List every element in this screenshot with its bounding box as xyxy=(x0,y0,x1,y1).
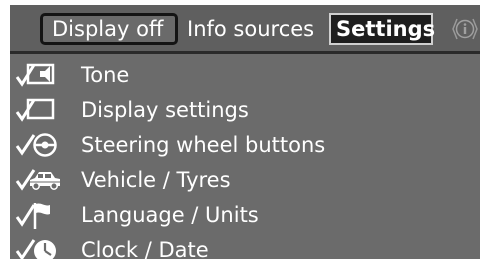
menu-item-steering-wheel-buttons[interactable]: Steering wheel buttons xyxy=(10,128,480,164)
menu-item-language-units[interactable]: Language / Units xyxy=(10,198,480,234)
steering-wheel-icon xyxy=(14,129,74,161)
car-icon xyxy=(14,164,74,196)
menu-item-display-settings[interactable]: Display settings xyxy=(10,93,480,129)
menu-item-label: Language / Units xyxy=(81,203,259,227)
info-icon[interactable] xyxy=(451,14,479,44)
menu-item-label: Steering wheel buttons xyxy=(81,133,326,157)
top-bar-divider xyxy=(10,51,480,54)
display-icon xyxy=(14,94,74,126)
menu-item-label: Tone xyxy=(81,63,130,87)
menu-item-label: Vehicle / Tyres xyxy=(81,168,231,192)
menu-item-tone[interactable]: Tone xyxy=(10,58,480,94)
tab-info-sources[interactable]: Info sources xyxy=(187,13,325,45)
display-screen: Display off Info sources Settings Tone D… xyxy=(10,5,480,259)
flag-icon xyxy=(14,199,74,231)
menu-item-label: Clock / Date xyxy=(81,238,209,259)
tone-icon xyxy=(14,59,74,91)
menu-item-label: Display settings xyxy=(81,98,249,122)
menu-item-vehicle-tyres[interactable]: Vehicle / Tyres xyxy=(10,163,480,199)
tab-settings[interactable]: Settings xyxy=(329,13,435,45)
menu-item-clock-date[interactable]: Clock / Date xyxy=(10,233,480,259)
tab-display-off[interactable]: Display off xyxy=(40,13,178,45)
clock-icon xyxy=(14,234,74,259)
top-bar: Display off Info sources Settings xyxy=(10,5,480,51)
